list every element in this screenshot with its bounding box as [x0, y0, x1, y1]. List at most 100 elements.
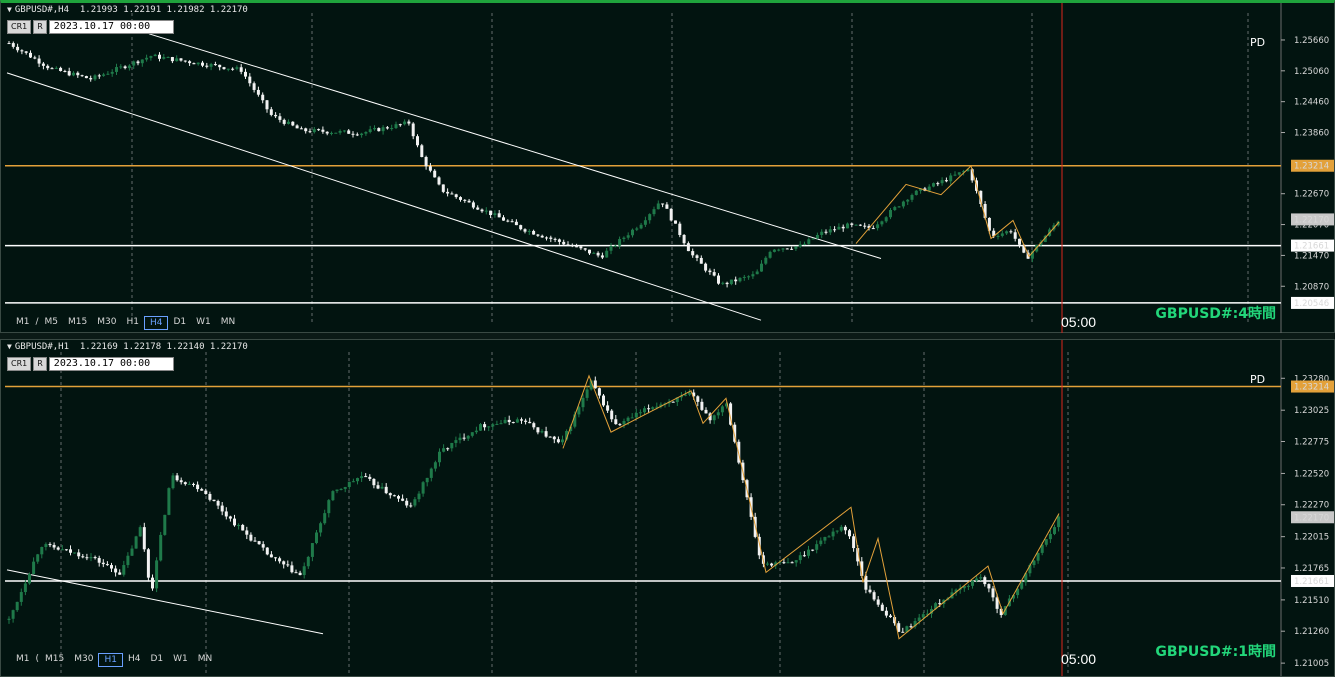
candle-body — [497, 213, 501, 218]
candle-body — [729, 279, 733, 285]
candle-body — [403, 121, 407, 125]
collapse-triangle-icon[interactable]: ▼ — [7, 5, 12, 14]
candle-body — [437, 177, 441, 185]
candle-body — [831, 531, 835, 537]
tf-d1[interactable]: D1 — [145, 653, 168, 665]
tf-w1[interactable]: W1 — [168, 653, 193, 665]
tf-m15[interactable]: M15 — [63, 316, 92, 328]
candle-body — [738, 277, 742, 282]
candle-body — [368, 129, 372, 133]
candle-body — [40, 547, 44, 555]
tf-mn[interactable]: MN — [216, 316, 241, 328]
candle-body — [917, 617, 921, 622]
tf-m15[interactable]: M15 — [40, 653, 69, 665]
candle-body — [302, 566, 306, 576]
candle-body — [265, 100, 269, 110]
candle-body — [237, 524, 241, 526]
r-button[interactable]: R — [33, 357, 47, 371]
candle-body — [188, 61, 192, 64]
candle-body — [889, 615, 892, 618]
tf-h4[interactable]: H4 — [143, 316, 169, 330]
candle-body — [696, 396, 700, 402]
candle-body — [167, 488, 171, 515]
candle-body — [647, 408, 651, 410]
candle-body — [72, 72, 75, 76]
cr1-button[interactable]: CR1 — [7, 357, 32, 371]
tf-h1[interactable]: H1 — [121, 316, 144, 328]
candle-body — [401, 498, 405, 501]
candle-body — [520, 419, 523, 421]
candle-body — [987, 584, 991, 589]
candle-body — [720, 406, 724, 413]
candle-body — [523, 229, 527, 232]
timeframe-bar: M1 / M5 M15 M30 H1 H4 D1 W1 MN — [11, 316, 240, 330]
tf-h1[interactable]: H1 — [98, 653, 123, 667]
tf-m1[interactable]: M1 — [11, 653, 35, 665]
tf-m1[interactable]: M1 — [11, 316, 35, 328]
candle-body — [815, 234, 819, 239]
chart-canvas-h1[interactable]: 1.232801.230251.227751.225201.222701.220… — [1, 340, 1334, 676]
candle-body — [868, 589, 872, 593]
candle-body — [458, 437, 462, 441]
candle-body — [145, 57, 149, 60]
candle-body — [545, 237, 548, 239]
candle-body — [114, 568, 118, 573]
date-field[interactable]: 2023.10.17 00:00 — [48, 20, 174, 34]
tf-m5[interactable]: M5 — [40, 316, 64, 328]
price-tick-label: 1.23025 — [1294, 406, 1329, 416]
candle-body — [93, 557, 97, 559]
tf-w1[interactable]: W1 — [191, 316, 216, 328]
candle-body — [527, 230, 531, 232]
candle-body — [446, 448, 450, 450]
date-field[interactable]: 2023.10.17 00:00 — [48, 357, 174, 371]
candle-body — [605, 250, 609, 258]
tf-m30[interactable]: M30 — [92, 316, 121, 328]
tf-h4[interactable]: H4 — [123, 653, 146, 665]
r-button[interactable]: R — [33, 20, 47, 34]
candle-body — [33, 57, 37, 59]
candle-body — [811, 238, 815, 240]
candle-body — [798, 244, 802, 247]
candle-body — [630, 417, 634, 419]
candle-body — [665, 204, 669, 209]
candle-body — [151, 577, 154, 589]
candle-body — [593, 380, 597, 389]
tf-m30[interactable]: M30 — [69, 653, 98, 665]
candle-body — [794, 246, 798, 249]
candle-body — [321, 129, 325, 132]
candle-body — [519, 225, 523, 230]
candle-body — [652, 209, 656, 215]
price-tick-label: 1.21260 — [1294, 627, 1329, 637]
timeframe-bar: M1 ( M15 M30 H1 H4 D1 W1 MN — [11, 653, 217, 667]
candle-body — [949, 175, 953, 182]
chart-canvas-h4[interactable]: 1.256601.250601.244601.238601.226701.220… — [1, 3, 1334, 333]
cr1-button[interactable]: CR1 — [7, 20, 32, 34]
candle-body — [192, 483, 195, 485]
candle-body — [704, 409, 708, 414]
candle-body — [381, 127, 385, 132]
candle-body — [634, 412, 638, 418]
candle-body — [626, 235, 630, 238]
candle-body — [97, 558, 101, 563]
candle-body — [764, 257, 768, 264]
tf-d1[interactable]: D1 — [168, 316, 191, 328]
tf-mn[interactable]: MN — [193, 653, 218, 665]
candle-body — [24, 51, 28, 53]
collapse-triangle-icon[interactable]: ▼ — [7, 342, 12, 351]
candle-body — [921, 614, 925, 618]
candle-body — [398, 124, 402, 126]
price-tick-label: 1.22270 — [1294, 501, 1329, 511]
candle-body — [585, 389, 589, 398]
price-tick-label: 1.22520 — [1294, 469, 1329, 479]
chart-pane-h4[interactable]: 1.25660 1.25060 1.24460 1.23860 1.22670 1.220… — [0, 0, 1335, 333]
candle-body — [278, 558, 282, 562]
price-tick-label: 1.20870 — [1294, 282, 1329, 292]
candle-body — [376, 485, 380, 489]
candle-body — [635, 228, 639, 230]
candle-body — [347, 481, 351, 488]
candle-body — [364, 132, 368, 134]
candle-body — [648, 214, 652, 221]
candle-body — [1005, 231, 1009, 234]
chart-pane-h1[interactable]: 1.23280 1.23025 1.22775 1.22520 1.22270 1.220… — [0, 339, 1335, 677]
candle-body — [643, 220, 647, 225]
